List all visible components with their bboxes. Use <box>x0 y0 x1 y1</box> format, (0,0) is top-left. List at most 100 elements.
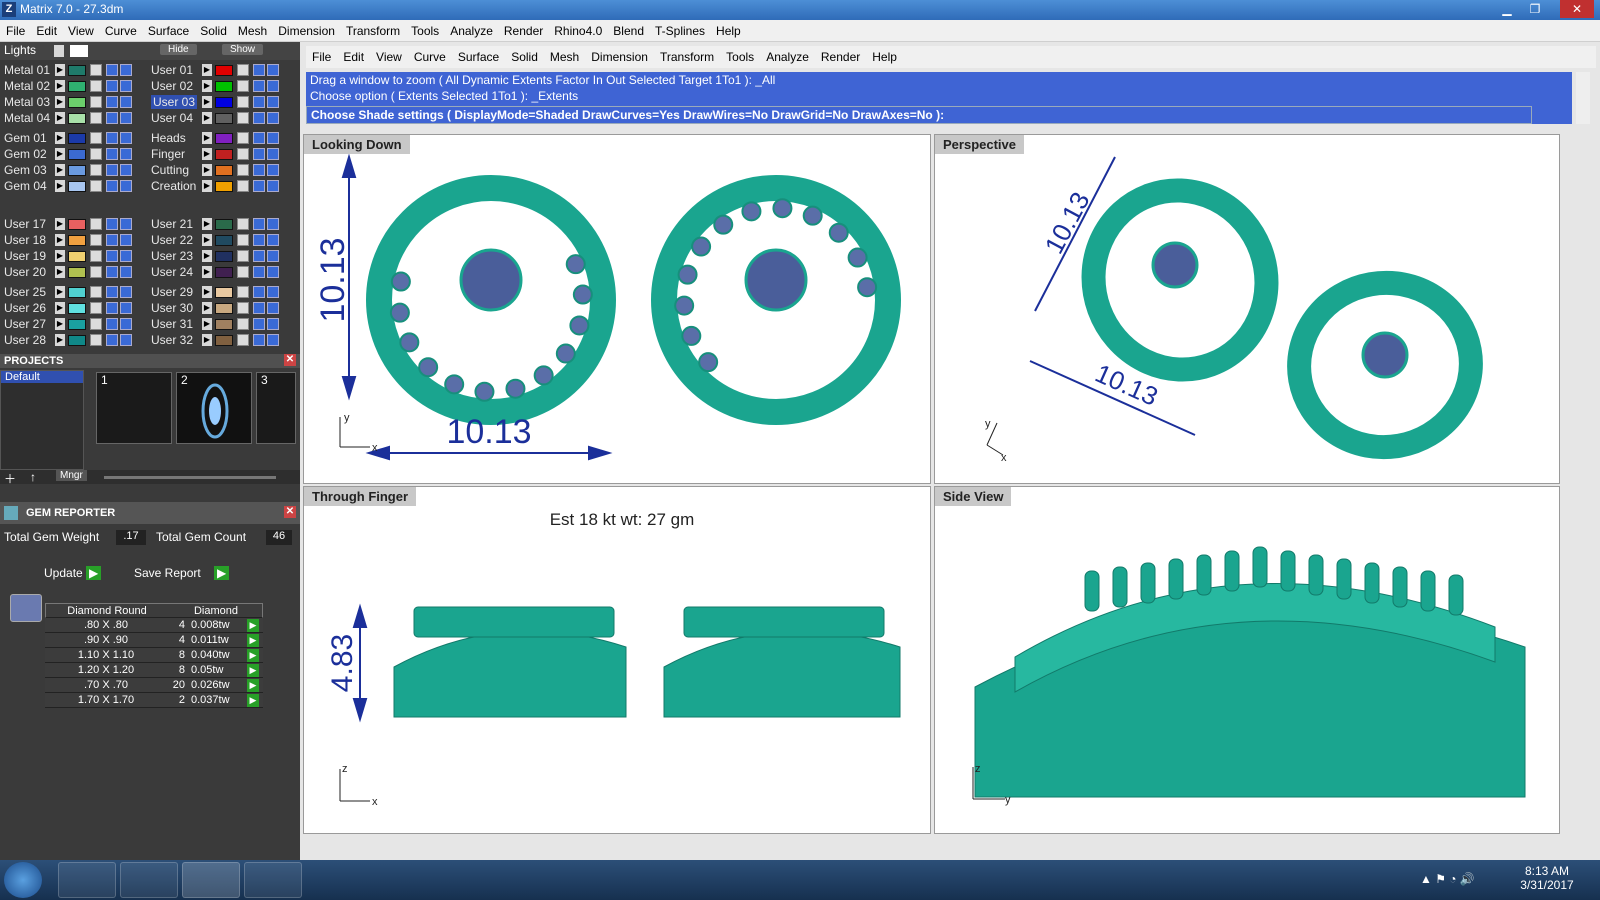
layer-select-toggle[interactable] <box>267 112 279 124</box>
layer-select-toggle[interactable] <box>120 266 132 278</box>
layer-visible-toggle[interactable] <box>106 266 118 278</box>
layer-arrow-icon[interactable]: ▶ <box>55 164 65 176</box>
layer-lock-icon[interactable] <box>90 132 102 144</box>
projects-close-icon[interactable]: ✕ <box>284 354 296 366</box>
layer-row[interactable]: User 31 ▶ <box>147 316 292 332</box>
layer-visible-toggle[interactable] <box>253 302 265 314</box>
restore-button[interactable]: ❐ <box>1522 0 1548 18</box>
layer-lock-icon[interactable] <box>237 112 249 124</box>
lights-swatch[interactable] <box>70 45 88 57</box>
layer-lock-icon[interactable] <box>237 266 249 278</box>
layer-visible-toggle[interactable] <box>106 64 118 76</box>
layer-select-toggle[interactable] <box>267 266 279 278</box>
layer-row[interactable]: User 21 ▶ <box>147 216 292 232</box>
layer-visible-toggle[interactable] <box>253 318 265 330</box>
layer-select-toggle[interactable] <box>267 302 279 314</box>
layer-select-toggle[interactable] <box>267 180 279 192</box>
gem-reporter-close-icon[interactable]: ✕ <box>284 506 296 518</box>
layer-color-swatch[interactable] <box>68 97 86 108</box>
layer-arrow-icon[interactable]: ▶ <box>55 302 65 314</box>
layer-lock-icon[interactable] <box>237 148 249 160</box>
layer-color-swatch[interactable] <box>68 65 86 76</box>
menu-tsplines[interactable]: T-Splines <box>649 20 705 42</box>
layer-select-toggle[interactable] <box>267 80 279 92</box>
layer-visible-toggle[interactable] <box>253 80 265 92</box>
layer-arrow-icon[interactable]: ▶ <box>202 112 212 124</box>
layer-arrow-icon[interactable]: ▶ <box>202 234 212 246</box>
layer-color-swatch[interactable] <box>215 97 233 108</box>
menu-tools[interactable]: Tools <box>405 20 439 42</box>
layer-select-toggle[interactable] <box>120 250 132 262</box>
layer-row[interactable]: User 22 ▶ <box>147 232 292 248</box>
gem-row-arrow-icon[interactable]: ▶ <box>247 664 259 677</box>
layer-visible-toggle[interactable] <box>253 266 265 278</box>
gem-row-arrow-icon[interactable]: ▶ <box>247 679 259 692</box>
layer-select-toggle[interactable] <box>120 112 132 124</box>
layer-lock-icon[interactable] <box>90 266 102 278</box>
layer-color-swatch[interactable] <box>215 303 233 314</box>
menu-analyze[interactable]: Analyze <box>444 20 493 42</box>
layer-color-swatch[interactable] <box>215 133 233 144</box>
start-button[interactable] <box>4 862 42 898</box>
layer-lock-icon[interactable] <box>90 96 102 108</box>
layer-row[interactable]: User 17 ▶ <box>0 216 145 232</box>
layer-lock-icon[interactable] <box>90 286 102 298</box>
layer-select-toggle[interactable] <box>267 286 279 298</box>
layer-row[interactable]: User 30 ▶ <box>147 300 292 316</box>
layer-color-swatch[interactable] <box>68 319 86 330</box>
layer-visible-toggle[interactable] <box>106 80 118 92</box>
rmenu-file[interactable]: File <box>306 46 337 68</box>
rmenu-render[interactable]: Render <box>815 46 866 68</box>
layer-select-toggle[interactable] <box>120 180 132 192</box>
viewport-through-finger[interactable]: Through Finger Est 18 kt wt: 27 gm 4.83 … <box>303 486 931 834</box>
layer-row[interactable]: User 23 ▶ <box>147 248 292 264</box>
layer-row[interactable]: Gem 03 ▶ <box>0 162 145 178</box>
gem-row[interactable]: .70 X .70 20 0.026tw ▶ <box>45 678 263 693</box>
viewport-side-view[interactable]: Side View z y <box>934 486 1560 834</box>
command-input[interactable]: Choose Shade settings ( DisplayMode=Shad… <box>306 106 1532 124</box>
layer-visible-toggle[interactable] <box>106 218 118 230</box>
layer-arrow-icon[interactable]: ▶ <box>55 318 65 330</box>
layer-color-swatch[interactable] <box>68 335 86 346</box>
layer-row[interactable]: Metal 03 ▶ <box>0 94 145 110</box>
layer-lock-icon[interactable] <box>237 250 249 262</box>
rmenu-tools[interactable]: Tools <box>720 46 760 68</box>
menu-curve[interactable]: Curve <box>99 20 137 42</box>
layer-arrow-icon[interactable]: ▶ <box>55 64 65 76</box>
layer-visible-toggle[interactable] <box>253 64 265 76</box>
layer-visible-toggle[interactable] <box>106 132 118 144</box>
layer-row[interactable]: User 19 ▶ <box>0 248 145 264</box>
layer-visible-toggle[interactable] <box>106 234 118 246</box>
project-scrollbar[interactable] <box>104 476 276 479</box>
layer-row[interactable]: Heads ▶ <box>147 130 292 146</box>
gem-row-arrow-icon[interactable]: ▶ <box>247 619 259 632</box>
layer-color-swatch[interactable] <box>215 219 233 230</box>
layer-color-swatch[interactable] <box>215 335 233 346</box>
layer-color-swatch[interactable] <box>215 235 233 246</box>
gem-row[interactable]: 1.70 X 1.70 2 0.037tw ▶ <box>45 693 263 708</box>
layer-select-toggle[interactable] <box>120 218 132 230</box>
layer-color-swatch[interactable] <box>215 251 233 262</box>
layer-lock-icon[interactable] <box>90 164 102 176</box>
menu-dimension[interactable]: Dimension <box>272 20 335 42</box>
layer-visible-toggle[interactable] <box>253 180 265 192</box>
layer-visible-toggle[interactable] <box>106 250 118 262</box>
layer-select-toggle[interactable] <box>120 318 132 330</box>
layer-lock-icon[interactable] <box>237 180 249 192</box>
layer-lock-icon[interactable] <box>90 112 102 124</box>
layer-arrow-icon[interactable]: ▶ <box>202 334 212 346</box>
layer-lock-icon[interactable] <box>90 334 102 346</box>
layer-color-swatch[interactable] <box>68 149 86 160</box>
layer-visible-toggle[interactable] <box>106 286 118 298</box>
layer-lock-icon[interactable] <box>237 302 249 314</box>
explorer-taskbar-icon[interactable] <box>58 862 116 898</box>
manager-button[interactable]: Mngr <box>56 470 87 481</box>
layer-color-swatch[interactable] <box>68 303 86 314</box>
layer-select-toggle[interactable] <box>267 218 279 230</box>
gem-row[interactable]: .80 X .80 4 0.008tw ▶ <box>45 618 263 633</box>
layer-select-toggle[interactable] <box>120 334 132 346</box>
menu-rhino4[interactable]: Rhino4.0 <box>548 20 602 42</box>
layer-lock-icon[interactable] <box>237 286 249 298</box>
menu-transform[interactable]: Transform <box>340 20 400 42</box>
layer-select-toggle[interactable] <box>120 80 132 92</box>
